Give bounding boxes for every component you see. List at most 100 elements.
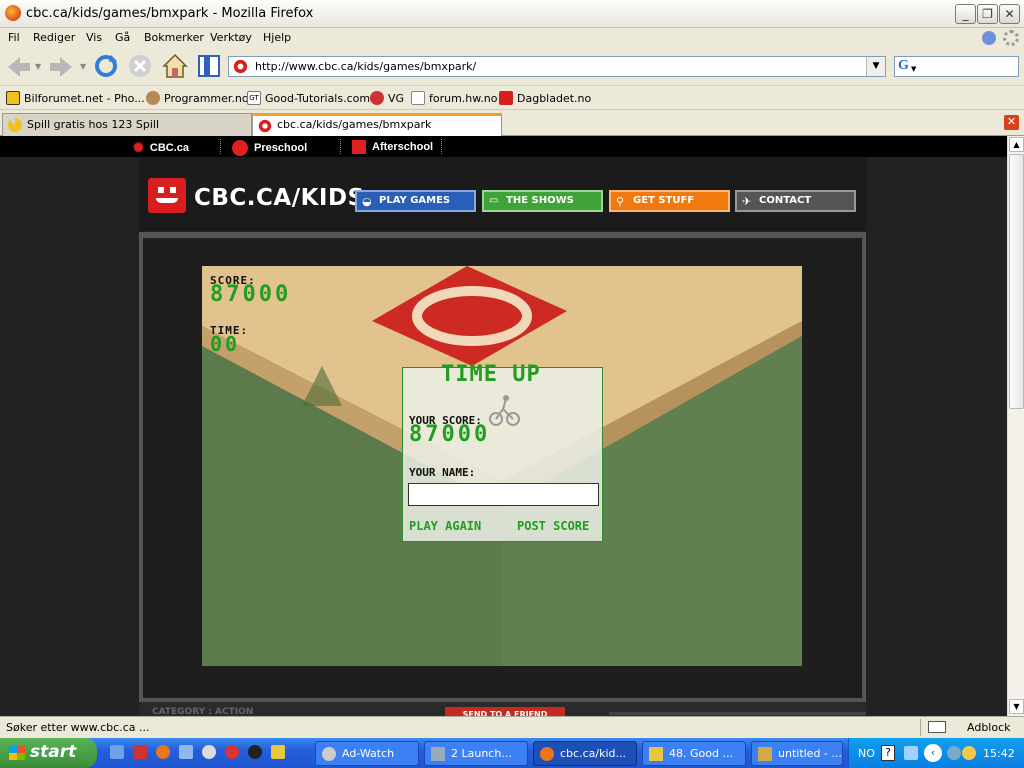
menu-help[interactable]: Hjelp xyxy=(263,31,291,44)
bookmark-label: Dagbladet.no xyxy=(517,91,592,105)
dagbladet-icon xyxy=(499,91,513,105)
divider xyxy=(340,139,341,154)
menu-bookmarks[interactable]: Bokmerker xyxy=(144,31,204,44)
close-tab-icon[interactable]: ✕ xyxy=(1004,115,1019,130)
clock[interactable]: 15:42 xyxy=(983,747,1015,760)
contact-icon: ✈ xyxy=(742,195,752,208)
bookmark-dagbladet[interactable]: Dagbladet.no xyxy=(499,91,591,105)
language-indicator[interactable]: NO xyxy=(858,747,875,760)
below-game-bar: CATEGORY : ACTION SEND TO A FRIEND xyxy=(139,702,866,716)
task-launch[interactable]: 2 Launch... xyxy=(424,741,528,766)
minimize-button[interactable]: _ xyxy=(955,4,976,24)
google-search-icon[interactable]: G xyxy=(898,58,909,74)
quicklaunch-icon[interactable] xyxy=(179,745,193,759)
menu-view[interactable]: Vis xyxy=(86,31,102,44)
tutorials-icon xyxy=(649,747,663,761)
vg-icon xyxy=(370,91,384,105)
menu-file[interactable]: Fil xyxy=(8,31,20,44)
strip-label: CBC.ca xyxy=(149,142,190,154)
close-window-button[interactable]: ✕ xyxy=(999,4,1020,24)
start-button[interactable]: start xyxy=(0,738,97,768)
tv-icon: ▭ xyxy=(489,195,499,206)
site-logo-text[interactable]: CBC.CA/KIDS xyxy=(194,185,365,211)
bookmark-programmer[interactable]: Programmer.no xyxy=(146,91,249,105)
scroll-up-icon[interactable]: ▲ xyxy=(1009,137,1024,152)
reload-icon[interactable] xyxy=(93,53,119,79)
tray-expand-icon[interactable]: ‹ xyxy=(924,744,942,762)
status-text: Søker etter www.cbc.ca ... xyxy=(6,721,150,734)
stop-icon[interactable] xyxy=(127,53,153,79)
quicklaunch-icon[interactable] xyxy=(133,745,147,759)
strip-link-afterschool[interactable]: Afterschool xyxy=(352,140,433,154)
task-label: untitled - ... xyxy=(778,747,842,760)
post-score-button[interactable]: POST SCORE xyxy=(517,519,589,533)
bookmarks-sidebar-icon[interactable] xyxy=(196,53,222,79)
throbber-icon xyxy=(1003,30,1019,46)
bookmark-bilforumet[interactable]: Bilforumet.net - Pho... xyxy=(6,91,145,105)
menu-tools[interactable]: Verktøy xyxy=(210,31,252,44)
task-cbc-firefox[interactable]: cbc.ca/kid... xyxy=(533,741,637,766)
nav-contact-button[interactable]: ✈ CONTACT xyxy=(735,190,856,212)
site-favicon-icon xyxy=(233,59,248,74)
back-dropdown-icon[interactable]: ▼ xyxy=(35,62,41,71)
time-up-dialog: TIME UP YOUR SCORE: 87000 YOUR NAME: PLA… xyxy=(402,362,603,542)
vertical-scrollbar[interactable]: ▲ ▼ xyxy=(1007,136,1024,716)
status-bar: Søker etter www.cbc.ca ... Adblock xyxy=(0,716,1024,738)
nav-play-games-button[interactable]: ◒ PLAY GAMES xyxy=(355,190,476,212)
divider xyxy=(609,712,866,715)
adblock-label[interactable]: Adblock xyxy=(967,721,1011,734)
quicklaunch-icon[interactable] xyxy=(271,745,285,759)
bookmarks-toolbar: Bilforumet.net - Pho... Programmer.no GT… xyxy=(0,86,1024,110)
bookmark-good-tutorials[interactable]: GT Good-Tutorials.com xyxy=(247,91,370,105)
tab-label: Spill gratis hos 123 Spill xyxy=(27,118,160,131)
strip-link-preschool[interactable]: Preschool xyxy=(232,140,307,156)
forward-icon[interactable] xyxy=(48,54,76,80)
task-ad-watch[interactable]: Ad-Watch xyxy=(315,741,419,766)
cbc-favicon-icon xyxy=(258,119,272,133)
quicklaunch-icon[interactable] xyxy=(202,745,216,759)
bookmark-vg[interactable]: VG xyxy=(370,91,404,105)
scroll-thumb[interactable] xyxy=(1009,154,1024,409)
nav-the-shows-button[interactable]: ▭ THE SHOWS xyxy=(482,190,603,212)
task-untitled[interactable]: untitled - ... xyxy=(751,741,843,766)
tray-icon[interactable] xyxy=(904,746,918,760)
strip-link-cbc[interactable]: ✺ CBC.ca xyxy=(133,140,189,156)
url-dropdown-icon[interactable]: ▼ xyxy=(866,57,885,76)
firefox-logo-icon xyxy=(5,5,21,21)
menu-go[interactable]: Gå xyxy=(115,31,130,44)
ad-watch-icon xyxy=(322,747,336,761)
tray-icon[interactable] xyxy=(962,746,976,760)
play-again-button[interactable]: PLAY AGAIN xyxy=(409,519,481,533)
forward-dropdown-icon[interactable]: ▼ xyxy=(80,62,86,71)
mail-icon[interactable] xyxy=(928,721,946,733)
firefox-icon xyxy=(540,747,554,761)
bookmark-forum-hw[interactable]: forum.hw.no xyxy=(411,91,497,105)
tab-123spill[interactable]: Spill gratis hos 123 Spill xyxy=(2,113,252,136)
steam-icon[interactable] xyxy=(248,745,262,759)
your-name-input[interactable] xyxy=(408,483,599,506)
menu-bar: Fil Rediger Vis Gå Bokmerker Verktøy Hje… xyxy=(0,28,1024,48)
tray-icon[interactable] xyxy=(947,746,961,760)
task-good-tutorials[interactable]: 48. Good ... xyxy=(642,741,746,766)
tab-bar: Spill gratis hos 123 Spill cbc.ca/kids/g… xyxy=(0,111,1024,136)
scroll-down-icon[interactable]: ▼ xyxy=(1009,699,1024,714)
address-bar[interactable]: http://www.cbc.ca/kids/games/bmxpark/ xyxy=(228,56,886,77)
search-bar[interactable]: G ▼ xyxy=(894,56,1019,77)
home-icon[interactable] xyxy=(161,52,189,80)
restore-button[interactable]: ❐ xyxy=(977,4,998,24)
quicklaunch-icon[interactable] xyxy=(225,745,239,759)
tab-cbc-kids[interactable]: cbc.ca/kids/games/bmxpark xyxy=(252,113,502,136)
update-icon[interactable] xyxy=(982,31,996,45)
cbc-kids-logo-icon[interactable] xyxy=(148,178,186,213)
send-to-friend-button[interactable]: SEND TO A FRIEND xyxy=(445,707,565,716)
back-icon[interactable] xyxy=(4,54,32,80)
task-label: 48. Good ... xyxy=(669,747,733,760)
menu-edit[interactable]: Rediger xyxy=(33,31,75,44)
search-engine-dropdown-icon[interactable]: ▼ xyxy=(911,65,916,73)
url-text[interactable]: http://www.cbc.ca/kids/games/bmxpark/ xyxy=(255,60,476,73)
help-icon[interactable]: ? xyxy=(881,745,895,761)
quicklaunch-icon[interactable] xyxy=(110,745,124,759)
play-games-icon: ◒ xyxy=(362,195,372,208)
nav-get-stuff-button[interactable]: ⚲ GET STUFF xyxy=(609,190,730,212)
firefox-quicklaunch-icon[interactable] xyxy=(156,745,170,759)
